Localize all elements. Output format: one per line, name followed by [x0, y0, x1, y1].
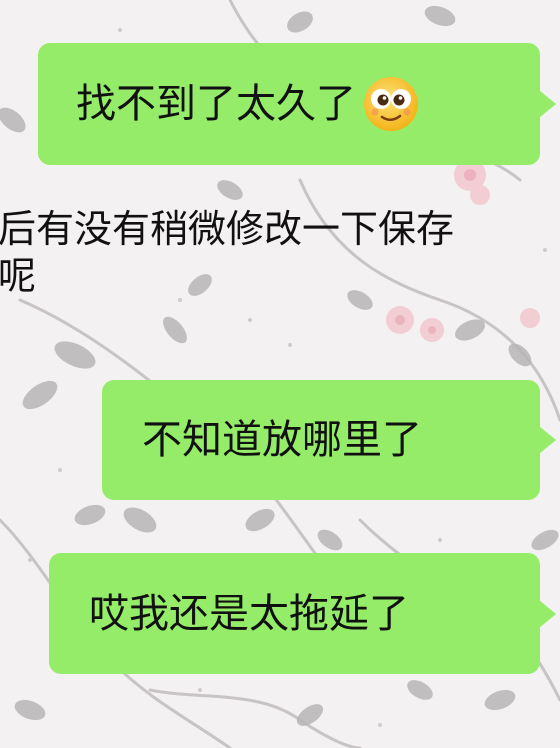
bubble-tail: [539, 426, 556, 454]
message-text: 找不到了太久了: [76, 81, 356, 127]
message-line-1: 后有没有稍微修改一下保存: [0, 207, 455, 251]
bubble-tail: [539, 599, 556, 628]
message-text: 不知道放哪里了: [142, 417, 422, 463]
dizzy-face-emoji-icon: [362, 75, 420, 133]
outgoing-message-bubble[interactable]: 不知道放哪里了: [102, 380, 556, 500]
incoming-message-text[interactable]: 后有没有稍微修改一下保存 呢: [0, 206, 518, 300]
outgoing-message-bubble[interactable]: 哎我还是太拖延了: [49, 553, 556, 674]
outgoing-message-bubble[interactable]: 找不到了太久了: [38, 43, 556, 165]
message-text: 哎我还是太拖延了: [89, 590, 409, 637]
message-line-2: 呢: [0, 254, 37, 298]
bubble-tail: [539, 90, 556, 118]
